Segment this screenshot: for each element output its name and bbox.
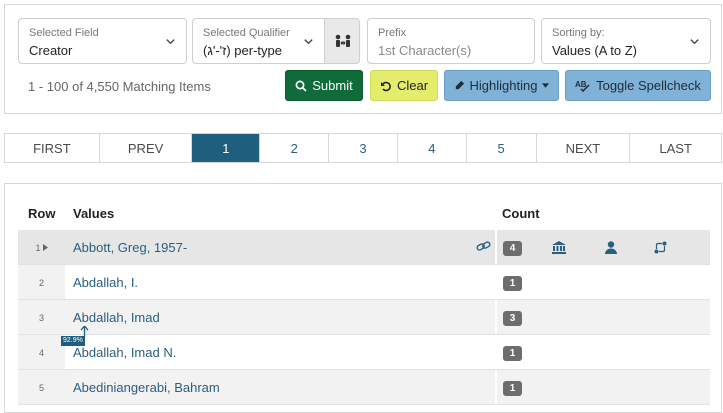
count-cell: 1 xyxy=(497,265,710,300)
table-row[interactable]: 4 Abdallah, Imad N. 1 xyxy=(18,335,710,370)
page-first-button[interactable]: FIRST xyxy=(5,134,100,162)
toggle-spellcheck-button[interactable]: AB Toggle Spellcheck xyxy=(565,70,711,101)
caret-down-icon xyxy=(542,83,550,88)
people-arrows-icon xyxy=(335,34,351,47)
prefix-placeholder: 1st Character(s) xyxy=(378,43,472,58)
row-number-text: 1 xyxy=(35,242,41,253)
spellcheck-icon: AB xyxy=(575,80,590,92)
caret-right-icon xyxy=(42,244,48,251)
row-number: 3 xyxy=(18,300,65,335)
count-badge: 1 xyxy=(503,381,522,396)
row-number: 4 xyxy=(18,335,65,370)
search-filter-panel: Selected Field Creator Selected Qualifie… xyxy=(4,4,722,114)
submit-label: Submit xyxy=(312,78,353,93)
prefix-label: Prefix xyxy=(378,27,407,39)
page-5-button[interactable]: 5 xyxy=(466,134,537,162)
count-badge: 4 xyxy=(503,241,522,256)
prefix-input[interactable]: Prefix 1st Character(s) xyxy=(367,18,535,64)
header-values: Values xyxy=(73,206,115,221)
page-prev-button[interactable]: PREV xyxy=(99,134,193,162)
count-badge: 3 xyxy=(503,311,522,326)
undo-icon xyxy=(380,81,391,91)
row-number[interactable]: 1 xyxy=(18,230,65,265)
table-row[interactable]: 3 Abdallah, Imad 3 xyxy=(18,300,710,335)
highlighting-label: Highlighting xyxy=(469,78,538,93)
table-row[interactable]: 1 Abbott, Greg, 1957- 4 xyxy=(18,230,710,265)
selected-qualifier-value: (ז'-'ג) per-type xyxy=(203,43,282,58)
qualifier-people-button[interactable] xyxy=(324,18,360,64)
count-badge: 1 xyxy=(503,346,522,361)
count-cell: 3 xyxy=(497,300,710,335)
selected-field-value: Creator xyxy=(29,43,73,58)
svg-text:AB: AB xyxy=(575,80,587,89)
institution-icon[interactable] xyxy=(552,241,566,254)
search-icon xyxy=(295,80,307,92)
user-icon[interactable] xyxy=(605,241,617,254)
count-cell: 1 xyxy=(497,370,710,405)
matching-items-count: 1 - 100 of 4,550 Matching Items xyxy=(28,79,211,94)
clear-button[interactable]: Clear xyxy=(370,70,438,101)
page-last-button[interactable]: LAST xyxy=(630,134,722,162)
sorting-select[interactable]: Sorting by: Values (A to Z) xyxy=(541,18,711,64)
selected-field-label: Selected Field xyxy=(29,27,99,39)
count-cell: 1 xyxy=(497,335,710,370)
clear-label: Clear xyxy=(396,78,429,93)
header-count: Count xyxy=(502,206,540,221)
sorting-value: Values (A to Z) xyxy=(552,43,638,58)
value-link[interactable]: Abdallah, I. xyxy=(65,265,495,300)
page-2-button[interactable]: 2 xyxy=(260,134,330,162)
sorting-label: Sorting by: xyxy=(552,27,605,39)
chevron-down-icon xyxy=(690,39,699,45)
spellcheck-label: Toggle Spellcheck xyxy=(596,78,701,93)
transform-icon[interactable] xyxy=(654,241,667,254)
table-row[interactable]: 2 Abdallah, I. 1 xyxy=(18,265,710,300)
page-3-button[interactable]: 3 xyxy=(329,134,398,162)
row-divider xyxy=(18,404,710,405)
mouse-cursor-icon xyxy=(80,326,89,338)
page-1-button[interactable]: 1 xyxy=(192,134,261,162)
header-row: Row xyxy=(28,206,56,221)
page-next-button[interactable]: NEXT xyxy=(536,134,631,162)
highlighter-icon xyxy=(455,80,464,90)
highlighting-dropdown-button[interactable]: Highlighting xyxy=(444,70,559,101)
selected-qualifier-label: Selected Qualifier xyxy=(203,27,290,39)
submit-button[interactable]: Submit xyxy=(285,70,363,101)
selected-qualifier-select[interactable]: Selected Qualifier (ז'-'ג) per-type xyxy=(192,18,325,64)
page-4-button[interactable]: 4 xyxy=(397,134,467,162)
row-number: 2 xyxy=(18,265,65,300)
count-cell: 4 xyxy=(497,230,710,265)
table-row[interactable]: 5 Abediniangerabi, Bahram 1 xyxy=(18,370,710,405)
row-number: 5 xyxy=(18,370,65,405)
pagination: FIRST PREV 1 2 3 4 5 NEXT LAST xyxy=(4,133,722,163)
value-link[interactable]: Abediniangerabi, Bahram xyxy=(65,370,495,405)
chevron-down-icon xyxy=(166,39,175,45)
chevron-down-icon xyxy=(304,39,313,45)
selected-field-select[interactable]: Selected Field Creator xyxy=(18,18,187,64)
value-link[interactable]: Abbott, Greg, 1957- xyxy=(65,230,495,265)
count-badge: 1 xyxy=(503,276,522,291)
value-link[interactable]: Abdallah, Imad N. xyxy=(65,335,495,370)
value-link[interactable]: Abdallah, Imad xyxy=(65,300,495,335)
link-icon[interactable] xyxy=(476,240,491,253)
